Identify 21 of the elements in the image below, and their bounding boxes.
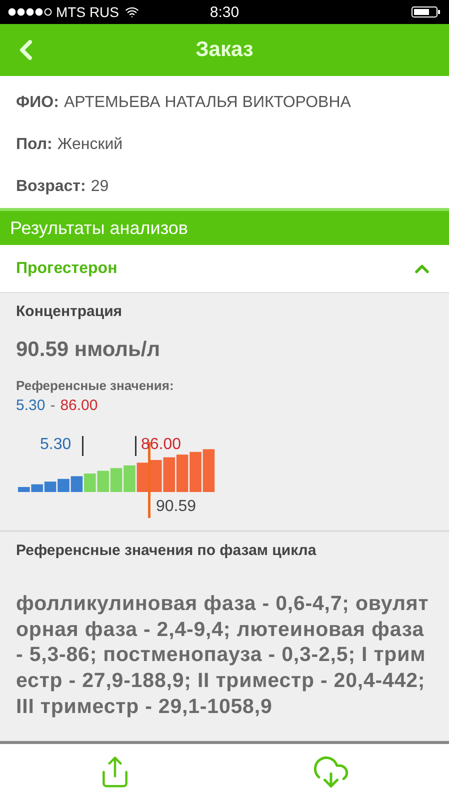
- concentration-label: Концентрация: [16, 303, 124, 320]
- reference-label: Референсные значения:: [16, 378, 175, 393]
- phases-text: фолликулиновая фаза - 0,6-4,7; овуляторная фаза - 2,4-9,4; лютеиновая фаза - 5,3-86; постменопауза - 0,3-2,5; I триместр - 27,9-188,9; II триместр - 20,4-442; III триместр - 29,1-1058,9: [16, 591, 430, 720]
- scale-value-label: 90.59: [156, 498, 196, 516]
- phases-title: Референсные значения по фазам цикла: [16, 542, 318, 559]
- clock: 8:30: [210, 4, 240, 20]
- range-separator: -: [50, 397, 56, 414]
- reference-high: 86.00: [60, 397, 98, 414]
- wifi-icon: [125, 5, 139, 19]
- reference-low: 5.30: [16, 397, 46, 414]
- section-header: Результаты анализов: [0, 208, 449, 245]
- signal-icon: [8, 8, 52, 16]
- carrier: MTS RUS: [56, 4, 119, 20]
- patient-info: ФИО: АРТЕМЬЕВА НАТАЛЬЯ ВИКТОРОВНА: [16, 93, 352, 113]
- scale-high-label: 86.00: [141, 436, 182, 454]
- patient-info: Возраст: 29: [16, 177, 110, 197]
- patient-info: Пол: Женский: [16, 135, 124, 155]
- screen-title: Заказ: [196, 38, 254, 62]
- scale-low-label: 5.30: [40, 436, 72, 454]
- battery-icon: [411, 6, 441, 18]
- concentration-value: 90.59 нмоль/л: [16, 338, 162, 362]
